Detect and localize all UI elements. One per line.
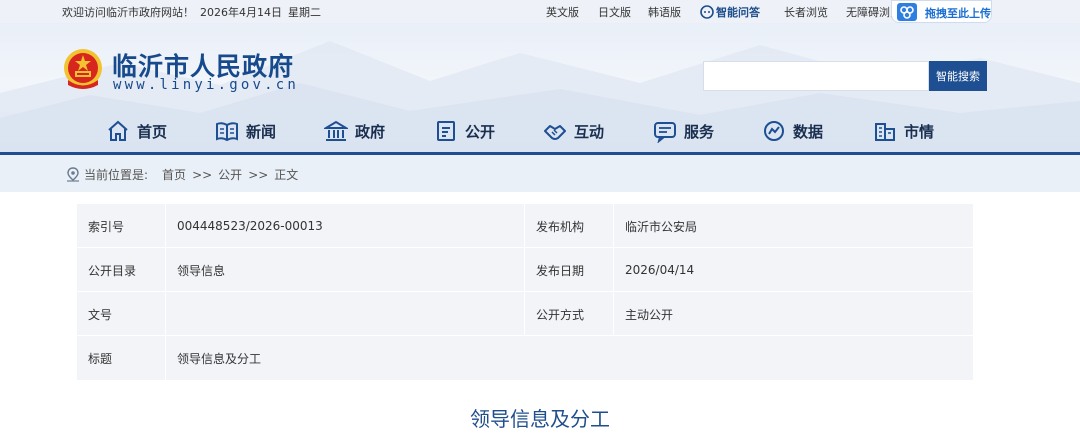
- breadcrumb-separator: >>: [192, 167, 213, 182]
- data-icon: [764, 121, 784, 141]
- table-col-divider: [165, 204, 166, 380]
- nav-label-city: 市情: [904, 122, 935, 141]
- news-icon: [216, 122, 238, 142]
- breadcrumb: 当前位置是: 首页 >> 公开 >> 正文: [66, 166, 304, 183]
- korean-version-link[interactable]: 韩语版: [648, 4, 681, 20]
- catalog-value: 领导信息: [177, 263, 226, 278]
- disclosure-method-value: 主动公开: [625, 307, 674, 322]
- index-value: 004448523/2026-00013: [177, 219, 323, 233]
- nav-item-government[interactable]: 政府: [324, 119, 385, 143]
- publisher-value: 临沂市公安局: [625, 219, 698, 234]
- nav-label-data: 数据: [793, 122, 824, 141]
- government-icon: [324, 120, 348, 141]
- welcome-message: 欢迎访问临沂市政府网站！: [62, 6, 194, 19]
- nav-item-city[interactable]: 市情: [873, 119, 934, 143]
- breadcrumb-bar: 当前位置是: 首页 >> 公开 >> 正文: [0, 155, 1080, 192]
- table-col-divider: [524, 204, 525, 336]
- subject-value: 领导信息及分工: [177, 351, 262, 366]
- welcome-text: 欢迎访问临沂市政府网站！ 2026年4月14日 星期二: [62, 4, 327, 20]
- city-icon: [875, 123, 895, 141]
- publish-date-label: 发布日期: [536, 263, 585, 278]
- home-icon: [108, 120, 128, 141]
- location-pin-icon: [67, 167, 79, 182]
- nav-label-interaction: 互动: [574, 122, 605, 141]
- breadcrumb-item-current: 正文: [274, 168, 299, 182]
- smart-search-button[interactable]: 智能搜索: [929, 61, 987, 91]
- catalog-label: 公开目录: [88, 263, 137, 278]
- top-utility-bar: 欢迎访问临沂市政府网站！ 2026年4月14日 星期二 英文版 日文版 韩语版 智能…: [0, 0, 1080, 23]
- nav-label-disclosure: 公开: [465, 122, 496, 141]
- current-date: 2026年4月14日: [200, 6, 282, 19]
- upload-label: 拖拽至此上传: [925, 7, 991, 20]
- nav-label-service: 服务: [684, 122, 715, 141]
- nav-item-service[interactable]: 服务: [653, 119, 714, 143]
- nav-item-news[interactable]: 新闻: [215, 119, 276, 143]
- index-label: 索引号: [88, 219, 125, 234]
- breadcrumb-item-disclosure[interactable]: 公开: [218, 166, 242, 183]
- document-number-label: 文号: [88, 307, 113, 322]
- nav-item-data[interactable]: 数据: [762, 119, 823, 143]
- current-weekday: 星期二: [288, 6, 321, 19]
- disclosure-method-label: 公开方式: [536, 307, 585, 322]
- elderly-mode-link[interactable]: 长者浏览: [784, 4, 828, 20]
- ai-assistant-icon: [700, 5, 714, 19]
- handshake-icon: [544, 125, 566, 140]
- breadcrumb-separator: >>: [248, 167, 269, 182]
- article-title: 领导信息及分工: [470, 407, 610, 431]
- breadcrumb-item-home[interactable]: 首页: [162, 166, 186, 183]
- nav-label-government: 政府: [355, 122, 386, 141]
- ai-qa-link[interactable]: 智能问答: [700, 4, 760, 20]
- english-version-link[interactable]: 英文版: [546, 4, 579, 20]
- national-emblem-icon: [64, 49, 102, 89]
- nav-label-news: 新闻: [246, 122, 277, 141]
- search-box: [703, 61, 929, 91]
- upload-icon: [897, 3, 917, 21]
- ai-qa-label: 智能问答: [716, 6, 760, 19]
- nav-item-interaction[interactable]: 互动: [543, 119, 604, 143]
- service-icon: [654, 122, 676, 143]
- table-col-divider: [613, 204, 614, 336]
- disclosure-icon: [437, 121, 455, 141]
- document-meta-table: 索引号 004448523/2026-00013 发布机构 临沂市公安局 公开目…: [77, 204, 973, 380]
- japanese-version-link[interactable]: 日文版: [598, 4, 631, 20]
- breadcrumb-prefix: 当前位置是:: [84, 168, 149, 182]
- publish-date-value: 2026/04/14: [625, 263, 695, 277]
- subject-label: 标题: [88, 351, 113, 366]
- nav-item-disclosure[interactable]: 公开: [434, 119, 495, 143]
- drag-upload-badge[interactable]: 拖拽至此上传: [891, 0, 992, 23]
- header-banner: 临沂市人民政府 www.linyi.gov.cn 智能搜索 首页 新闻 政府 公…: [0, 23, 1080, 155]
- publisher-label: 发布机构: [536, 219, 585, 234]
- nav-label-home: 首页: [137, 122, 168, 141]
- search-input[interactable]: [704, 62, 928, 90]
- site-url: www.linyi.gov.cn: [113, 77, 300, 93]
- nav-item-home[interactable]: 首页: [106, 119, 167, 143]
- main-nav: 首页 新闻 政府 公开 互动 服务 数据 市情: [0, 105, 1080, 155]
